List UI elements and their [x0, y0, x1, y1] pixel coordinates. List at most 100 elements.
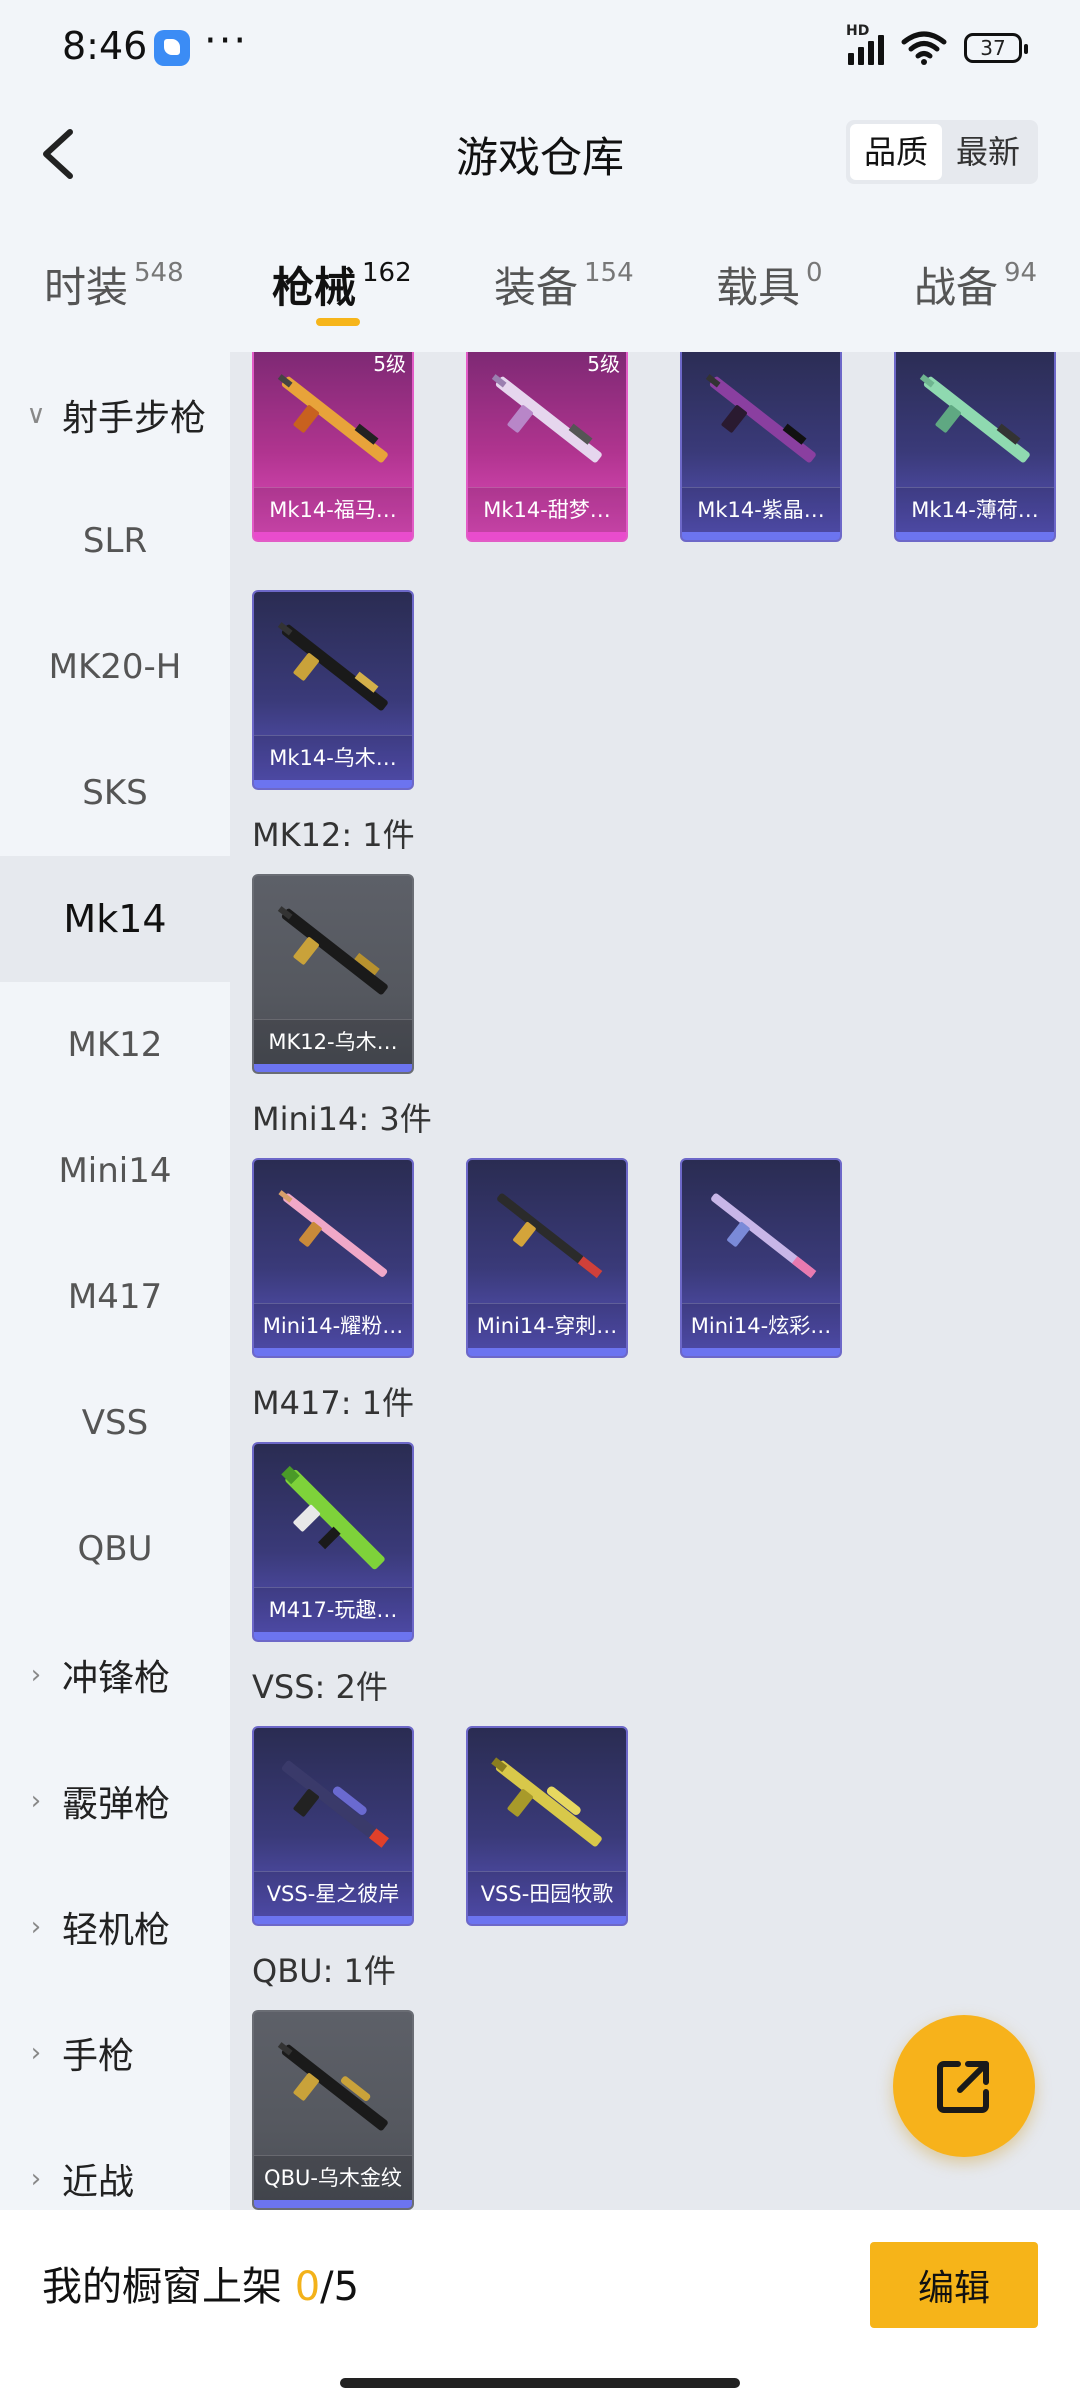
tab-equipment[interactable]: 装备 154 — [494, 254, 634, 315]
item-level-badge: 5级 — [373, 352, 406, 376]
tab-label: 战备 — [914, 263, 999, 312]
section-label-mk12: MK12: 1件 — [252, 816, 415, 854]
sort-newest-button[interactable]: 最新 — [942, 124, 1034, 180]
sidebar-item-mini14[interactable]: Mini14 — [0, 1108, 230, 1234]
sidebar-group-smg[interactable]: › 冲锋枪 — [0, 1612, 230, 1738]
quality-bar — [254, 2200, 412, 2208]
sidebar-group-pistol[interactable]: › 手枪 — [0, 1990, 230, 2116]
item-card[interactable]: M417-玩趣… — [252, 1442, 414, 1642]
tab-label: 装备 — [494, 263, 579, 312]
sidebar-item-sks[interactable]: SKS — [0, 730, 230, 856]
network-type: HD — [846, 23, 870, 39]
section-label-m417: M417: 1件 — [252, 1384, 415, 1422]
tab-count: 0 — [806, 258, 823, 288]
gun-skin-image — [919, 374, 1030, 463]
sidebar-item-mk14[interactable]: Mk14 — [0, 856, 230, 982]
item-card[interactable]: 5级 Mk14-福马… — [252, 352, 414, 542]
gun-skin-image — [705, 374, 816, 463]
quality-bar — [468, 1916, 626, 1924]
edit-button[interactable]: 编辑 — [870, 2242, 1038, 2328]
item-card[interactable]: Mk14-乌木… — [252, 590, 414, 790]
item-name: Mk14-薄荷… — [896, 487, 1054, 532]
tab-label: 枪械 — [272, 263, 357, 312]
showcase-used-count: 0 — [294, 2264, 321, 2310]
signal-icon: HD — [846, 23, 884, 65]
item-card[interactable]: Mini14-炫彩… — [680, 1158, 842, 1358]
gun-skin-image — [491, 1757, 602, 1847]
app-notification-icon — [154, 30, 190, 66]
tab-count: 94 — [1004, 258, 1038, 288]
tab-count: 162 — [362, 258, 412, 288]
sidebar-item-mk20h[interactable]: MK20-H — [0, 604, 230, 730]
item-card[interactable]: 5级 Mk14-甜梦… — [466, 352, 628, 542]
item-card[interactable]: Mini14-耀粉… — [252, 1158, 414, 1358]
category-tabs: 时装 548 枪械 162 装备 154 载具 0 战备 94 — [0, 240, 1080, 340]
bottom-bar: 我的橱窗上架 0/5 编辑 — [0, 2210, 1080, 2400]
home-indicator[interactable] — [340, 2378, 740, 2388]
gun-skin-image — [711, 1193, 817, 1279]
gun-skin-image — [277, 622, 388, 711]
battery-icon: 37 — [964, 33, 1028, 63]
chevron-down-icon: ∨ — [26, 400, 46, 430]
sidebar-group-label: 霰弹枪 — [62, 1784, 171, 1825]
chevron-right-icon: › — [30, 2038, 42, 2068]
sidebar-item-m417[interactable]: M417 — [0, 1234, 230, 1360]
sidebar-group-marksman-rifles[interactable]: ∨ 射手步枪 — [0, 352, 230, 478]
section-label-qbu: QBU: 1件 — [252, 1952, 396, 1990]
gun-skin-image — [277, 2042, 388, 2131]
quality-bar — [254, 780, 412, 788]
tab-label: 时装 — [44, 263, 129, 312]
item-card[interactable]: VSS-田园牧歌 — [466, 1726, 628, 1926]
item-name: VSS-星之彼岸 — [254, 1871, 412, 1916]
share-button[interactable] — [893, 2015, 1035, 2157]
showcase-separator: / — [320, 2264, 334, 2310]
wifi-icon — [901, 31, 947, 65]
tab-fashion[interactable]: 时装 548 — [44, 254, 184, 315]
battery-level: 37 — [980, 36, 1006, 60]
sidebar-group-label: 手枪 — [62, 2036, 135, 2077]
tab-label: 载具 — [716, 263, 801, 312]
gun-skin-image — [497, 1193, 603, 1279]
status-time: 8:46 — [62, 24, 148, 68]
item-name: Mk14-紫晶… — [682, 487, 840, 532]
quality-bar — [896, 532, 1054, 540]
gun-skin-image — [277, 906, 388, 995]
item-card[interactable]: QBU-乌木金纹 — [252, 2010, 414, 2210]
tab-supplies[interactable]: 战备 94 — [914, 254, 1037, 315]
sidebar-group-label: 轻机枪 — [62, 1910, 171, 1951]
quality-bar — [254, 1348, 412, 1356]
item-level-badge: 5级 — [587, 352, 620, 376]
showcase-label: 我的橱窗上架 — [42, 2264, 295, 2310]
tab-vehicles[interactable]: 载具 0 — [716, 254, 823, 315]
sidebar-group-shotgun[interactable]: › 霰弹枪 — [0, 1738, 230, 1864]
section-label-mini14: Mini14: 3件 — [252, 1100, 432, 1138]
tab-count: 154 — [584, 258, 634, 288]
tab-weapons[interactable]: 枪械 162 — [272, 254, 412, 315]
item-name: Mini14-耀粉… — [254, 1303, 412, 1348]
item-card[interactable]: MK12-乌木… — [252, 874, 414, 1074]
sort-quality-button[interactable]: 品质 — [849, 124, 942, 180]
sidebar: ∨ 射手步枪 SLR MK20-H SKS Mk14 MK12 Mini14 M… — [0, 352, 230, 2210]
quality-bar — [468, 1348, 626, 1356]
item-card[interactable]: Mini14-穿刺… — [466, 1158, 628, 1358]
item-card[interactable]: VSS-星之彼岸 — [252, 1726, 414, 1926]
gun-skin-image — [278, 1190, 388, 1277]
item-card[interactable]: Mk14-薄荷… — [894, 352, 1056, 542]
sidebar-group-label: 冲锋枪 — [62, 1658, 171, 1699]
sidebar-group-label: 射手步枪 — [62, 398, 207, 439]
item-card[interactable]: Mk14-紫晶… — [680, 352, 842, 542]
share-external-icon — [937, 2061, 989, 2113]
quality-bar — [254, 532, 412, 540]
sidebar-item-slr[interactable]: SLR — [0, 478, 230, 604]
sidebar-group-lmg[interactable]: › 轻机枪 — [0, 1864, 230, 1990]
sidebar-item-vss[interactable]: VSS — [0, 1360, 230, 1486]
tab-count: 548 — [134, 258, 184, 288]
item-name: QBU-乌木金纹 — [254, 2155, 412, 2200]
item-name: Mini14-穿刺… — [468, 1303, 626, 1348]
sidebar-item-qbu[interactable]: QBU — [0, 1486, 230, 1612]
item-name: Mk14-乌木… — [254, 735, 412, 780]
sidebar-item-mk12[interactable]: MK12 — [0, 982, 230, 1108]
sidebar-group-melee[interactable]: › 近战 — [0, 2116, 230, 2210]
header: 游戏仓库 品质 最新 — [0, 96, 1080, 212]
gun-skin-image — [281, 1465, 385, 1570]
